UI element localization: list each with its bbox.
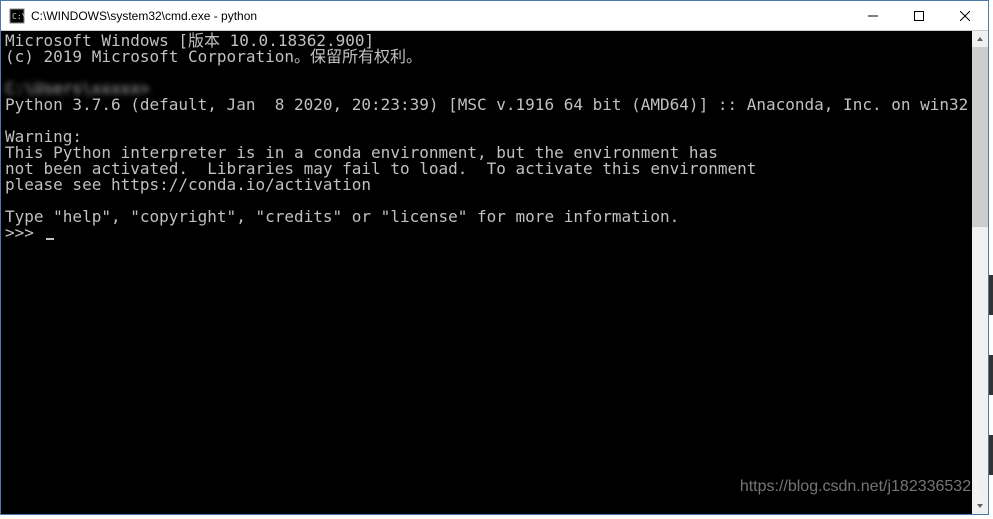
- svg-text:C:\: C:\: [12, 12, 25, 21]
- side-marks: [989, 0, 993, 519]
- terminal-line: Type "help", "copyright", "credits" or "…: [5, 209, 972, 225]
- vertical-scrollbar[interactable]: [972, 31, 988, 514]
- scroll-up-button[interactable]: [972, 31, 988, 47]
- minimize-button[interactable]: [850, 1, 896, 30]
- terminal-line: Python 3.7.6 (default, Jan 8 2020, 20:23…: [5, 97, 972, 113]
- terminal-line: please see https://conda.io/activation: [5, 177, 972, 193]
- terminal-line: [5, 65, 972, 81]
- close-button[interactable]: [942, 1, 988, 30]
- window-title: C:\WINDOWS\system32\cmd.exe - python: [31, 9, 850, 23]
- window-controls: [850, 1, 988, 30]
- terminal-body: Microsoft Windows [版本 10.0.18362.900](c)…: [1, 31, 988, 514]
- cmd-icon: C:\: [9, 8, 25, 24]
- cursor: [46, 238, 54, 240]
- command-prompt-window: C:\ C:\WINDOWS\system32\cmd.exe - python…: [0, 0, 989, 515]
- side-mark: [989, 355, 993, 395]
- titlebar[interactable]: C:\ C:\WINDOWS\system32\cmd.exe - python: [1, 1, 988, 31]
- terminal-content[interactable]: Microsoft Windows [版本 10.0.18362.900](c)…: [1, 31, 972, 514]
- terminal-line: >>>: [5, 225, 972, 241]
- scroll-down-button[interactable]: [972, 498, 988, 514]
- terminal-line: [5, 113, 972, 129]
- terminal-line: (c) 2019 Microsoft Corporation。保留所有权利。: [5, 49, 972, 65]
- side-mark: [989, 435, 993, 475]
- maximize-button[interactable]: [896, 1, 942, 30]
- scrollbar-thumb[interactable]: [972, 47, 988, 227]
- side-mark: [989, 275, 993, 315]
